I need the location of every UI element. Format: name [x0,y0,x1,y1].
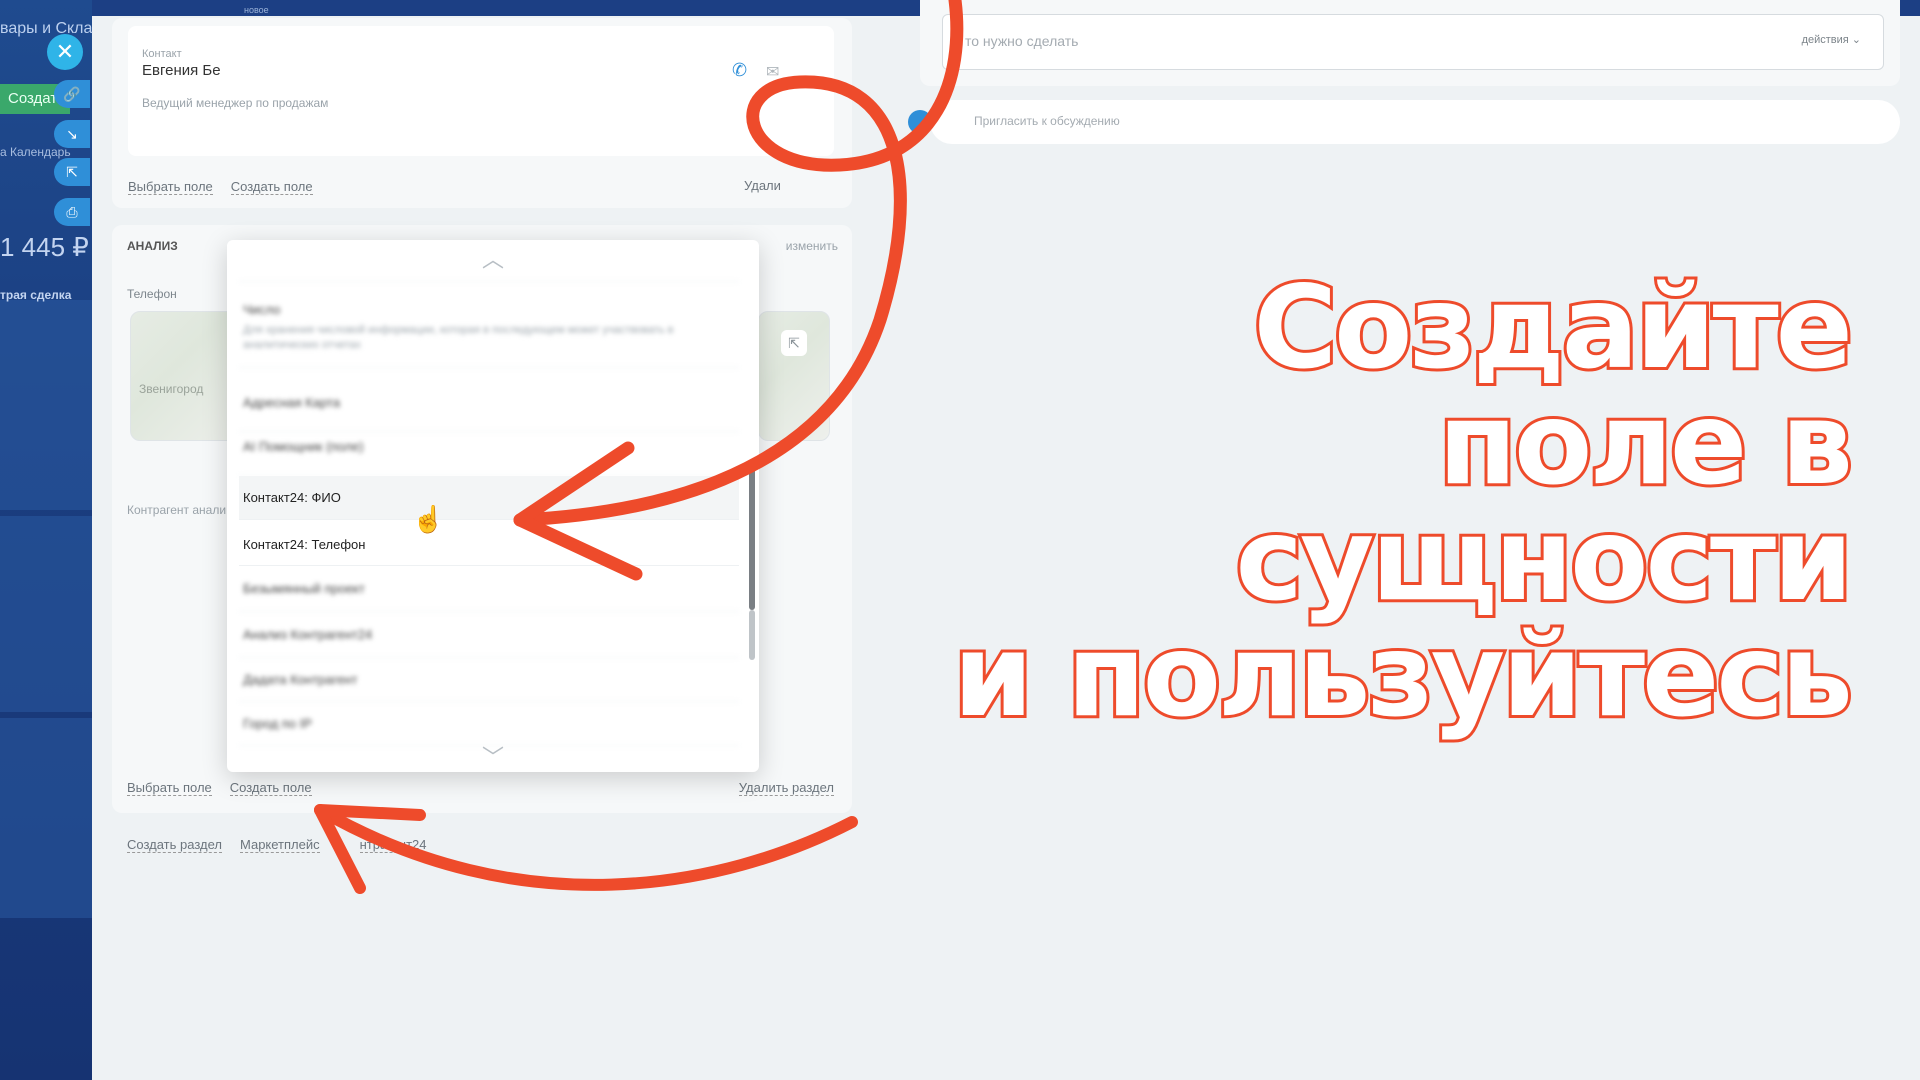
todo-input[interactable]: то нужно сделать действия ⌄ [942,14,1884,70]
chevron-up-icon[interactable]: ︿ [227,242,759,274]
arrow-down-right-icon[interactable]: ↘ [54,120,90,148]
delete-section-wrap: Удалить раздел [738,779,852,797]
list-item[interactable] [239,272,739,282]
left-band [0,516,92,712]
contact-field[interactable]: Контакт Евгения Бе Ведущий менеджер по п… [128,26,834,156]
delete-link[interactable]: Удали [744,178,781,193]
delete-section-link[interactable]: Удалить раздел [738,780,834,796]
contact-name[interactable]: Евгения Бе [142,62,221,79]
left-tabs[interactable]: а Календарь [0,145,71,159]
contact-links: Выбрать поле Создать поле [128,178,331,196]
list-item[interactable]: Безымянный проект [239,566,739,612]
create-section-link[interactable]: Создать раздел [127,837,222,853]
link-icon[interactable]: 🔗 [54,80,90,108]
actions-dropdown[interactable]: действия ⌄ [1802,33,1861,46]
counterparty24-link[interactable]: нтрагент24 [359,837,427,853]
todo-placeholder: то нужно сделать [965,33,1079,49]
external-link-icon[interactable]: ⇱ [54,158,90,186]
list-item-hovered[interactable]: Контакт24: ФИО [239,476,739,520]
list-item[interactable]: Число Для хранения числовой информации, … [239,302,739,368]
phone-field-label: Телефон [127,287,177,301]
headline-overlay: Создайте поле в сущности и пользуйтесь [750,261,1857,742]
printer-icon[interactable]: ⎙ [54,198,90,226]
top-small-label: новое [244,5,269,15]
left-band [0,300,92,510]
list-item[interactable]: AI Помощник (поле) [239,432,739,476]
avatar [908,110,932,134]
activity-panel: то нужно сделать действия ⌄ [920,0,1900,86]
analysis-links: Выбрать поле Создать поле [127,779,330,797]
contact-position: Ведущий менеджер по продажам [142,96,329,110]
counterparty-label: Контрагент анали [127,503,227,517]
contact-label: Контакт [142,48,182,60]
headline-line: сущности [1232,493,1856,626]
select-field-link[interactable]: Выбрать поле [127,780,212,796]
select-field-link[interactable]: Выбрать поле [128,179,213,195]
left-title: вары и Скла [0,20,93,37]
invite-text: Пригласить к обсуждению [974,114,1120,128]
create-field-link[interactable]: Создать поле [230,179,313,195]
list-item[interactable]: Адресная Карта [239,388,739,432]
bottom-links: Создать раздел Маркетплейс нтрагент24 [127,836,445,854]
headline-line: и пользуйтесь [950,609,1856,742]
deal-label: трая сделка [0,288,72,302]
invite-discussion-field[interactable]: Пригласить к обсуждению [908,100,1900,144]
close-button[interactable]: ✕ [47,34,83,70]
map-city-label: Звенигород [139,382,204,396]
list-item[interactable]: Дадата Контрагент [239,658,739,702]
phone-icon[interactable]: ✆ [732,60,747,81]
section-title: АНАЛИЗ [127,239,178,253]
edit-section-link[interactable]: изменить [786,239,838,253]
hand-cursor-icon: ☝ [412,504,445,534]
list-item[interactable]: Контакт24: Телефон [239,520,739,566]
field-type-dropdown[interactable]: ︿ Число Для хранения числовой информации… [227,240,759,772]
contact-section: Контакт Евгения Бе Ведущий менеджер по п… [112,18,852,208]
left-band [0,718,92,918]
headline-line: поле в [1435,377,1856,510]
chevron-down-icon[interactable]: ﹀ [227,740,759,772]
list-item[interactable]: Анализ Контрагент24 [239,612,739,658]
deal-amount: 1 445 ₽ [0,232,89,262]
marketplace-link[interactable]: Маркетплейс [239,837,320,853]
create-field-link[interactable]: Создать поле [229,780,312,796]
mail-icon[interactable]: ✉ [766,62,779,82]
headline-line: Создайте [1251,261,1857,394]
